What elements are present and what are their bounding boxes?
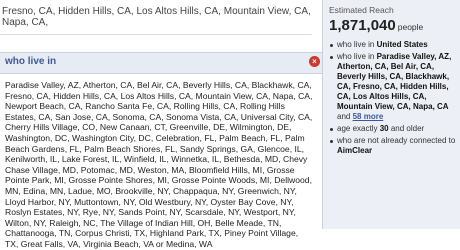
criteria-places-joiner: and xyxy=(337,112,353,121)
estimated-reach-panel: Estimated Reach 1,871,040 people who live… xyxy=(322,0,460,229)
close-icon[interactable]: × xyxy=(309,56,320,67)
more-places-link[interactable]: 58 more xyxy=(353,112,384,121)
locations-input-value: Fresno, CA, Hidden Hills, CA, Los Altos … xyxy=(2,6,311,28)
criteria-connection: who are not already connected to AimClea… xyxy=(329,136,457,156)
criteria-connection-prefix: who are not already connected to xyxy=(337,136,456,145)
criteria-age-value: 30 xyxy=(379,124,389,133)
estimated-reach-heading: Estimated Reach xyxy=(329,5,394,15)
reach-count: 1,871,040 xyxy=(329,17,396,34)
criteria-age: age exactly 30 and older xyxy=(329,124,457,134)
section-header: who live in xyxy=(0,52,322,74)
targeting-criteria: who live in United States who live in Pa… xyxy=(329,40,457,158)
criteria-places-prefix: who live in xyxy=(337,52,377,61)
criteria-country-value: United States xyxy=(376,40,428,49)
criteria-age-prefix: age exactly xyxy=(337,124,380,133)
criteria-places: who live in Paradise Valley, AZ, Atherto… xyxy=(329,52,457,122)
criteria-age-suffix: and older xyxy=(388,124,425,133)
criteria-country: who live in United States xyxy=(329,40,457,50)
criteria-connection-value: AimClear xyxy=(337,146,373,155)
reach-unit: people xyxy=(397,22,424,32)
reach-row: 1,871,040 people xyxy=(329,17,423,35)
section-title: who live in xyxy=(5,56,57,67)
criteria-country-prefix: who live in xyxy=(337,40,377,49)
locations-list: Paradise Valley, AZ, Atherton, CA, Bel A… xyxy=(5,80,313,249)
locations-input-field[interactable]: Fresno, CA, Hidden Hills, CA, Los Altos … xyxy=(0,0,312,35)
spacer xyxy=(0,35,312,51)
